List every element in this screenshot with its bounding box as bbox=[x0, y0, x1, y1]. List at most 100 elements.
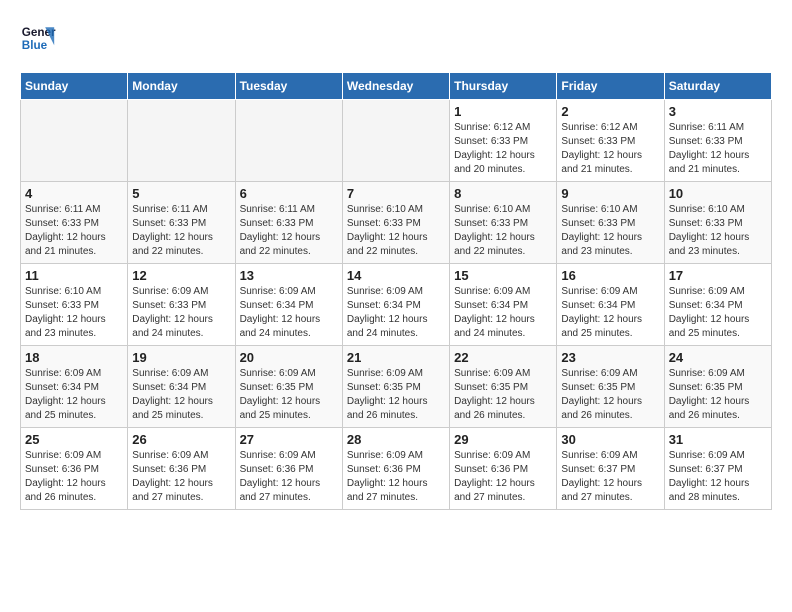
calendar-cell: 10 Sunrise: 6:10 AM Sunset: 6:33 PM Dayli… bbox=[664, 182, 771, 264]
calendar-cell: 24 Sunrise: 6:09 AM Sunset: 6:35 PM Dayli… bbox=[664, 346, 771, 428]
calendar-cell: 11 Sunrise: 6:10 AM Sunset: 6:33 PM Dayli… bbox=[21, 264, 128, 346]
day-info: Sunrise: 6:09 AM Sunset: 6:35 PM Dayligh… bbox=[561, 367, 659, 423]
calendar-header: SundayMondayTuesdayWednesdayThursdayFrid… bbox=[21, 73, 772, 100]
day-number: 21 bbox=[347, 350, 445, 365]
calendar-cell bbox=[21, 100, 128, 182]
week-row-2: 4 Sunrise: 6:11 AM Sunset: 6:33 PM Daylig… bbox=[21, 182, 772, 264]
day-number: 17 bbox=[669, 268, 767, 283]
logo-icon: General Blue bbox=[20, 20, 56, 56]
day-info: Sunrise: 6:10 AM Sunset: 6:33 PM Dayligh… bbox=[561, 203, 659, 259]
day-info: Sunrise: 6:09 AM Sunset: 6:35 PM Dayligh… bbox=[669, 367, 767, 423]
day-info: Sunrise: 6:11 AM Sunset: 6:33 PM Dayligh… bbox=[25, 203, 123, 259]
day-number: 26 bbox=[132, 432, 230, 447]
day-number: 8 bbox=[454, 186, 552, 201]
day-info: Sunrise: 6:12 AM Sunset: 6:33 PM Dayligh… bbox=[561, 121, 659, 177]
logo: General Blue bbox=[20, 20, 56, 56]
calendar-cell: 30Sunrise: 6:09 AM Sunset: 6:37 PM Dayli… bbox=[557, 428, 664, 510]
day-number: 6 bbox=[240, 186, 338, 201]
calendar-cell bbox=[235, 100, 342, 182]
calendar-cell: 4 Sunrise: 6:11 AM Sunset: 6:33 PM Daylig… bbox=[21, 182, 128, 264]
day-number: 3 bbox=[669, 104, 767, 119]
calendar-cell: 23 Sunrise: 6:09 AM Sunset: 6:35 PM Dayli… bbox=[557, 346, 664, 428]
day-info: Sunrise: 6:11 AM Sunset: 6:33 PM Dayligh… bbox=[132, 203, 230, 259]
day-number: 11 bbox=[25, 268, 123, 283]
calendar-cell: 19Sunrise: 6:09 AM Sunset: 6:34 PM Dayli… bbox=[128, 346, 235, 428]
day-info: Sunrise: 6:11 AM Sunset: 6:33 PM Dayligh… bbox=[240, 203, 338, 259]
day-info: Sunrise: 6:09 AM Sunset: 6:35 PM Dayligh… bbox=[347, 367, 445, 423]
calendar-cell: 20Sunrise: 6:09 AM Sunset: 6:35 PM Dayli… bbox=[235, 346, 342, 428]
day-info: Sunrise: 6:09 AM Sunset: 6:37 PM Dayligh… bbox=[669, 449, 767, 505]
day-number: 2 bbox=[561, 104, 659, 119]
column-header-tuesday: Tuesday bbox=[235, 73, 342, 100]
calendar-cell bbox=[128, 100, 235, 182]
day-info: Sunrise: 6:09 AM Sunset: 6:35 PM Dayligh… bbox=[454, 367, 552, 423]
day-number: 4 bbox=[25, 186, 123, 201]
calendar-cell: 15 Sunrise: 6:09 AM Sunset: 6:34 PM Dayli… bbox=[450, 264, 557, 346]
calendar-cell: 27 Sunrise: 6:09 AM Sunset: 6:36 PM Dayli… bbox=[235, 428, 342, 510]
day-number: 27 bbox=[240, 432, 338, 447]
calendar-cell: 6 Sunrise: 6:11 AM Sunset: 6:33 PM Daylig… bbox=[235, 182, 342, 264]
day-info: Sunrise: 6:09 AM Sunset: 6:36 PM Dayligh… bbox=[132, 449, 230, 505]
day-number: 20 bbox=[240, 350, 338, 365]
calendar-cell: 3 Sunrise: 6:11 AM Sunset: 6:33 PM Daylig… bbox=[664, 100, 771, 182]
week-row-5: 25 Sunrise: 6:09 AM Sunset: 6:36 PM Dayli… bbox=[21, 428, 772, 510]
calendar-cell: 16 Sunrise: 6:09 AM Sunset: 6:34 PM Dayli… bbox=[557, 264, 664, 346]
calendar-cell: 7 Sunrise: 6:10 AM Sunset: 6:33 PM Daylig… bbox=[342, 182, 449, 264]
day-info: Sunrise: 6:09 AM Sunset: 6:36 PM Dayligh… bbox=[454, 449, 552, 505]
day-info: Sunrise: 6:09 AM Sunset: 6:34 PM Dayligh… bbox=[561, 285, 659, 341]
column-header-friday: Friday bbox=[557, 73, 664, 100]
calendar-cell: 18 Sunrise: 6:09 AM Sunset: 6:34 PM Dayli… bbox=[21, 346, 128, 428]
calendar-cell: 1Sunrise: 6:12 AM Sunset: 6:33 PM Daylig… bbox=[450, 100, 557, 182]
calendar-cell: 8 Sunrise: 6:10 AM Sunset: 6:33 PM Daylig… bbox=[450, 182, 557, 264]
day-number: 25 bbox=[25, 432, 123, 447]
day-number: 9 bbox=[561, 186, 659, 201]
calendar-cell: 25Sunrise: 6:09 AM Sunset: 6:36 PM Dayli… bbox=[21, 428, 128, 510]
column-header-saturday: Saturday bbox=[664, 73, 771, 100]
day-number: 22 bbox=[454, 350, 552, 365]
day-info: Sunrise: 6:09 AM Sunset: 6:37 PM Dayligh… bbox=[561, 449, 659, 505]
calendar-cell: 29Sunrise: 6:09 AM Sunset: 6:36 PM Dayli… bbox=[450, 428, 557, 510]
day-info: Sunrise: 6:09 AM Sunset: 6:36 PM Dayligh… bbox=[347, 449, 445, 505]
day-info: Sunrise: 6:09 AM Sunset: 6:34 PM Dayligh… bbox=[25, 367, 123, 423]
day-info: Sunrise: 6:10 AM Sunset: 6:33 PM Dayligh… bbox=[347, 203, 445, 259]
page-header: General Blue bbox=[20, 20, 772, 56]
calendar-cell bbox=[342, 100, 449, 182]
calendar-cell: 9 Sunrise: 6:10 AM Sunset: 6:33 PM Daylig… bbox=[557, 182, 664, 264]
calendar-cell: 22 Sunrise: 6:09 AM Sunset: 6:35 PM Dayli… bbox=[450, 346, 557, 428]
day-info: Sunrise: 6:10 AM Sunset: 6:33 PM Dayligh… bbox=[454, 203, 552, 259]
svg-text:Blue: Blue bbox=[22, 39, 48, 52]
day-number: 18 bbox=[25, 350, 123, 365]
calendar-cell: 2 Sunrise: 6:12 AM Sunset: 6:33 PM Daylig… bbox=[557, 100, 664, 182]
day-info: Sunrise: 6:09 AM Sunset: 6:34 PM Dayligh… bbox=[454, 285, 552, 341]
calendar-cell: 21 Sunrise: 6:09 AM Sunset: 6:35 PM Dayli… bbox=[342, 346, 449, 428]
day-info: Sunrise: 6:09 AM Sunset: 6:34 PM Dayligh… bbox=[669, 285, 767, 341]
day-info: Sunrise: 6:09 AM Sunset: 6:33 PM Dayligh… bbox=[132, 285, 230, 341]
day-number: 19 bbox=[132, 350, 230, 365]
day-number: 13 bbox=[240, 268, 338, 283]
calendar-body: 1Sunrise: 6:12 AM Sunset: 6:33 PM Daylig… bbox=[21, 100, 772, 510]
calendar-cell: 28Sunrise: 6:09 AM Sunset: 6:36 PM Dayli… bbox=[342, 428, 449, 510]
day-number: 15 bbox=[454, 268, 552, 283]
day-info: Sunrise: 6:10 AM Sunset: 6:33 PM Dayligh… bbox=[669, 203, 767, 259]
day-info: Sunrise: 6:09 AM Sunset: 6:36 PM Dayligh… bbox=[240, 449, 338, 505]
calendar-cell: 13Sunrise: 6:09 AM Sunset: 6:34 PM Dayli… bbox=[235, 264, 342, 346]
day-info: Sunrise: 6:11 AM Sunset: 6:33 PM Dayligh… bbox=[669, 121, 767, 177]
week-row-3: 11 Sunrise: 6:10 AM Sunset: 6:33 PM Dayli… bbox=[21, 264, 772, 346]
day-number: 10 bbox=[669, 186, 767, 201]
day-number: 5 bbox=[132, 186, 230, 201]
column-header-wednesday: Wednesday bbox=[342, 73, 449, 100]
calendar-cell: 14Sunrise: 6:09 AM Sunset: 6:34 PM Dayli… bbox=[342, 264, 449, 346]
day-info: Sunrise: 6:10 AM Sunset: 6:33 PM Dayligh… bbox=[25, 285, 123, 341]
calendar-table: SundayMondayTuesdayWednesdayThursdayFrid… bbox=[20, 72, 772, 510]
day-number: 24 bbox=[669, 350, 767, 365]
column-header-sunday: Sunday bbox=[21, 73, 128, 100]
column-header-thursday: Thursday bbox=[450, 73, 557, 100]
day-number: 7 bbox=[347, 186, 445, 201]
day-number: 31 bbox=[669, 432, 767, 447]
day-info: Sunrise: 6:12 AM Sunset: 6:33 PM Dayligh… bbox=[454, 121, 552, 177]
day-number: 16 bbox=[561, 268, 659, 283]
calendar-cell: 31 Sunrise: 6:09 AM Sunset: 6:37 PM Dayli… bbox=[664, 428, 771, 510]
calendar-cell: 12Sunrise: 6:09 AM Sunset: 6:33 PM Dayli… bbox=[128, 264, 235, 346]
week-row-1: 1Sunrise: 6:12 AM Sunset: 6:33 PM Daylig… bbox=[21, 100, 772, 182]
day-number: 23 bbox=[561, 350, 659, 365]
